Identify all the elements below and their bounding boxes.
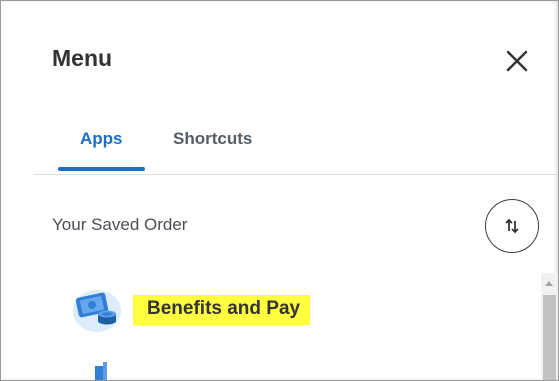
app-label: Benefits and Pay [133, 295, 311, 325]
tab-apps[interactable]: Apps [80, 129, 123, 149]
sort-arrows-icon [505, 218, 519, 234]
menu-title: Menu [52, 45, 113, 71]
scroll-up-icon[interactable] [545, 281, 553, 286]
app-item-benefits-and-pay[interactable]: Benefits and Pay [71, 285, 531, 339]
tab-shortcuts[interactable]: Shortcuts [173, 129, 252, 149]
saved-order-label: Your Saved Order [52, 215, 188, 234]
close-icon [506, 50, 528, 72]
partial-app-icon [95, 362, 107, 380]
menu-panel: Menu Apps Shortcuts Your Saved Order Ben… [0, 0, 559, 381]
tab-bar: Apps Shortcuts [1, 121, 558, 175]
close-button[interactable] [501, 45, 533, 77]
active-tab-indicator [58, 167, 145, 171]
scrollbar[interactable] [541, 273, 558, 380]
tabs-divider [34, 174, 558, 175]
benefits-pay-icon [73, 290, 121, 332]
sort-order-button[interactable] [485, 199, 539, 253]
scroll-thumb[interactable] [543, 295, 556, 380]
